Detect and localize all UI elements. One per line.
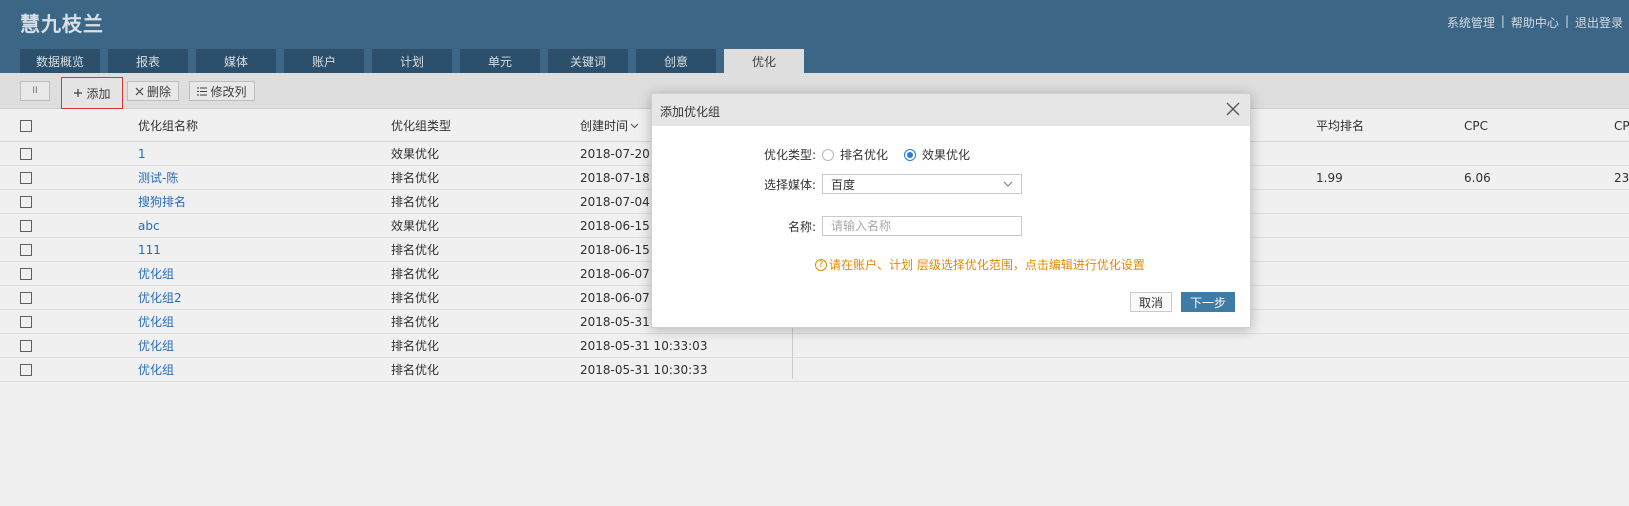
- close-icon[interactable]: [1224, 100, 1242, 118]
- name-input[interactable]: [822, 216, 1022, 236]
- radio-circle: [822, 148, 834, 161]
- radio-rank-optimization[interactable]: 排名优化: [822, 146, 888, 163]
- media-selected-value: 百度: [831, 177, 856, 192]
- name-label: 名称:: [787, 219, 816, 234]
- next-step-button[interactable]: 下一步: [1181, 292, 1235, 312]
- radio-effect-optimization[interactable]: 效果优化: [904, 146, 970, 163]
- radio-circle-selected: [904, 148, 917, 161]
- optimization-type-row: 优化类型: 排名优化 效果优化: [652, 146, 986, 163]
- media-row: 选择媒体: 百度: [652, 174, 1022, 194]
- dialog-header: 添加优化组: [652, 94, 1250, 126]
- chevron-down-icon: [1003, 181, 1013, 187]
- optimization-type-label: 优化类型:: [763, 148, 816, 162]
- media-select[interactable]: 百度: [822, 174, 1022, 194]
- media-label: 选择媒体:: [763, 177, 816, 192]
- cancel-button[interactable]: 取消: [1130, 292, 1172, 312]
- add-optimization-group-dialog: 添加优化组 优化类型: 排名优化 效果优化 选择媒体: 百度 名称: ? 请在账…: [651, 93, 1251, 328]
- hint-message: 请在账户、计划 层级选择优化范围，点击编辑进行优化设置: [829, 258, 1145, 272]
- question-icon: ?: [815, 258, 827, 271]
- dialog-title: 添加优化组: [660, 105, 721, 119]
- name-row: 名称:: [652, 216, 1022, 236]
- hint-text: ? 请在账户、计划 层级选择优化范围，点击编辑进行优化设置: [815, 256, 1145, 273]
